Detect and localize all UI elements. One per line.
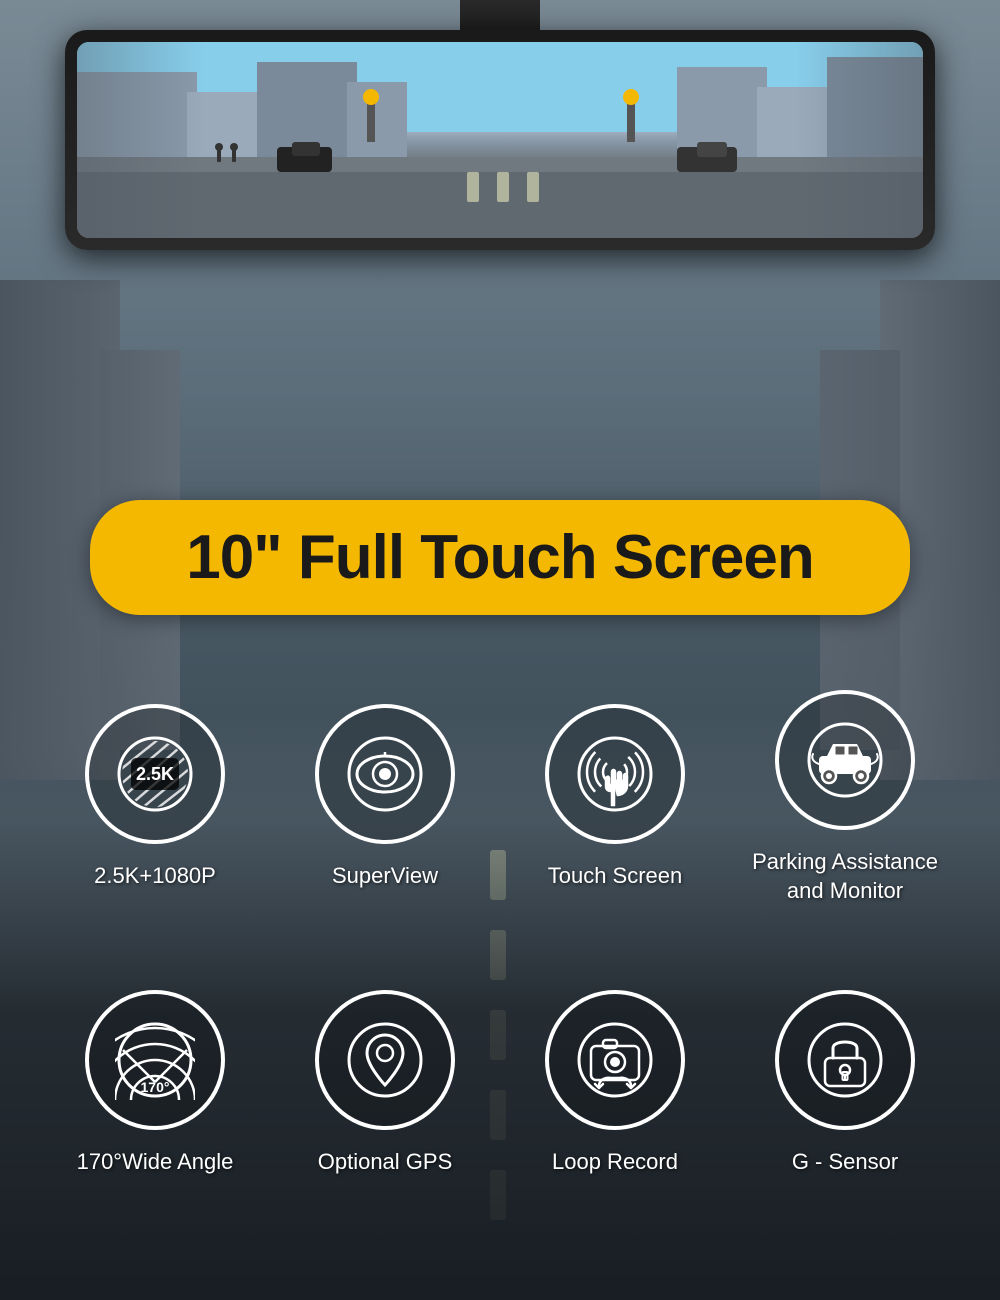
feature-label-touch: Touch Screen [548, 862, 683, 891]
dashcam-screen [77, 42, 923, 238]
screen-scene [77, 42, 923, 238]
feature-item-loop: Loop Record [515, 990, 715, 1177]
feature-label-superview: SuperView [332, 862, 438, 891]
features-row-1: 2.5K 2.5K+1080P SuperView [0, 690, 1000, 905]
gsensor-icon-circle [775, 990, 915, 1130]
features-row-2: 170° 170°Wide Angle Optional GPS [0, 990, 1000, 1177]
feature-label-gps: Optional GPS [318, 1148, 453, 1177]
wide-angle-icon-circle: 170° [85, 990, 225, 1130]
badge-text: 10" Full Touch Screen [186, 523, 813, 592]
feature-item-superview: SuperView [285, 704, 485, 891]
feature-label-2k: 2.5K+1080P [94, 862, 216, 891]
eye-icon-circle [315, 704, 455, 844]
feature-item-2k: 2.5K 2.5K+1080P [55, 704, 255, 891]
feature-label-wide: 170°Wide Angle [77, 1148, 234, 1177]
resolution-icon-circle: 2.5K [85, 704, 225, 844]
dashcam-device [0, 0, 1000, 340]
svg-text:170°: 170° [141, 1079, 170, 1095]
dashcam-body [65, 30, 935, 250]
touch-icon-circle [545, 704, 685, 844]
feature-item-touch: Touch Screen [515, 704, 715, 891]
feature-label-loop: Loop Record [552, 1148, 678, 1177]
badge-container: 10" Full Touch Screen [90, 500, 910, 615]
feature-item-gsensor: G - Sensor [745, 990, 945, 1177]
loop-icon-circle [545, 990, 685, 1130]
parking-icon-circle [775, 690, 915, 830]
screen-overlay [77, 42, 923, 238]
gps-icon-circle [315, 990, 455, 1130]
feature-label-gsensor: G - Sensor [792, 1148, 898, 1177]
feature-item-wide: 170° 170°Wide Angle [55, 990, 255, 1177]
svg-text:2.5K: 2.5K [136, 764, 174, 784]
feature-item-gps: Optional GPS [285, 990, 485, 1177]
feature-item-parking: Parking Assistance and Monitor [745, 690, 945, 905]
feature-label-parking: Parking Assistance and Monitor [752, 848, 938, 905]
yellow-badge: 10" Full Touch Screen [90, 500, 910, 615]
